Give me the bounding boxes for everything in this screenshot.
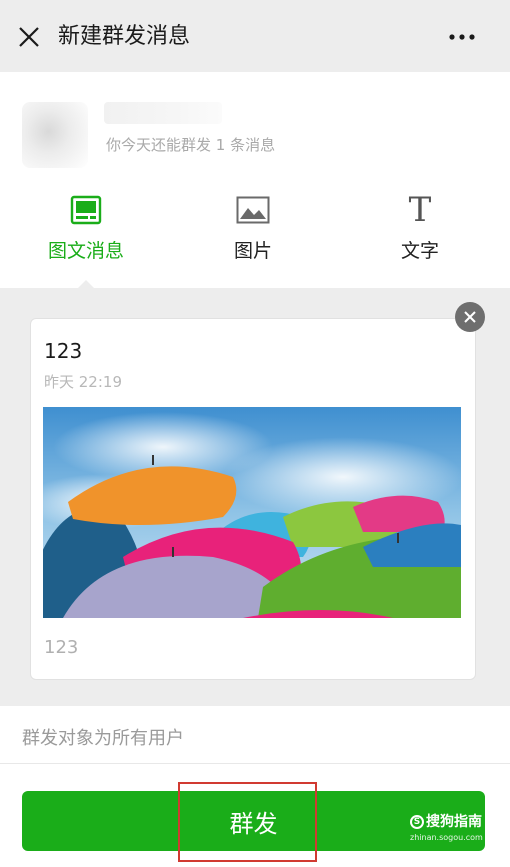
avatar xyxy=(22,102,88,168)
compose-panel: 你今天还能群发 1 条消息 图文消息 图片 T 文字 xyxy=(0,72,510,288)
article-card[interactable]: 123 昨天 22:19 123 xyxy=(30,318,476,680)
article-digest: 123 xyxy=(44,637,79,658)
tab-article[interactable]: 图文消息 xyxy=(16,190,156,270)
message-type-tabs: 图文消息 图片 T 文字 xyxy=(0,190,510,270)
tab-image[interactable]: 图片 xyxy=(183,190,323,270)
watermark-domain: zhinan.sogou.com xyxy=(410,833,483,842)
page-title: 新建群发消息 xyxy=(58,24,191,49)
audience-selector[interactable]: 群发对象为所有用户 xyxy=(0,706,510,764)
tab-text[interactable]: T 文字 xyxy=(350,190,490,270)
sogou-logo-icon: S xyxy=(410,815,424,829)
remove-article-button[interactable] xyxy=(455,302,485,332)
tab-image-label: 图片 xyxy=(233,240,272,262)
more-button[interactable] xyxy=(442,22,482,52)
audience-text: 群发对象为所有用户 xyxy=(22,728,184,749)
close-icon xyxy=(19,27,39,47)
more-icon xyxy=(449,34,475,40)
article-title: 123 xyxy=(44,339,83,363)
tab-article-label: 图文消息 xyxy=(47,240,124,262)
watermark: S 搜狗指南 zhinan.sogou.com xyxy=(410,811,483,842)
article-icon xyxy=(70,195,102,225)
text-icon: T xyxy=(408,190,432,230)
image-icon xyxy=(236,196,270,224)
account-name-blurred xyxy=(104,102,222,124)
top-bar: 新建群发消息 xyxy=(0,0,510,72)
tab-text-label: 文字 xyxy=(400,240,439,262)
quota-text: 你今天还能群发 1 条消息 xyxy=(106,136,276,154)
send-button-label: 群发 xyxy=(229,809,278,838)
article-time: 昨天 22:19 xyxy=(44,373,122,391)
active-tab-pointer xyxy=(76,280,96,290)
watermark-text: 搜狗指南 xyxy=(426,814,482,830)
close-icon xyxy=(464,311,476,323)
article-cover-image xyxy=(43,407,461,618)
umbrella-photo xyxy=(43,407,461,618)
close-button[interactable] xyxy=(14,22,44,52)
